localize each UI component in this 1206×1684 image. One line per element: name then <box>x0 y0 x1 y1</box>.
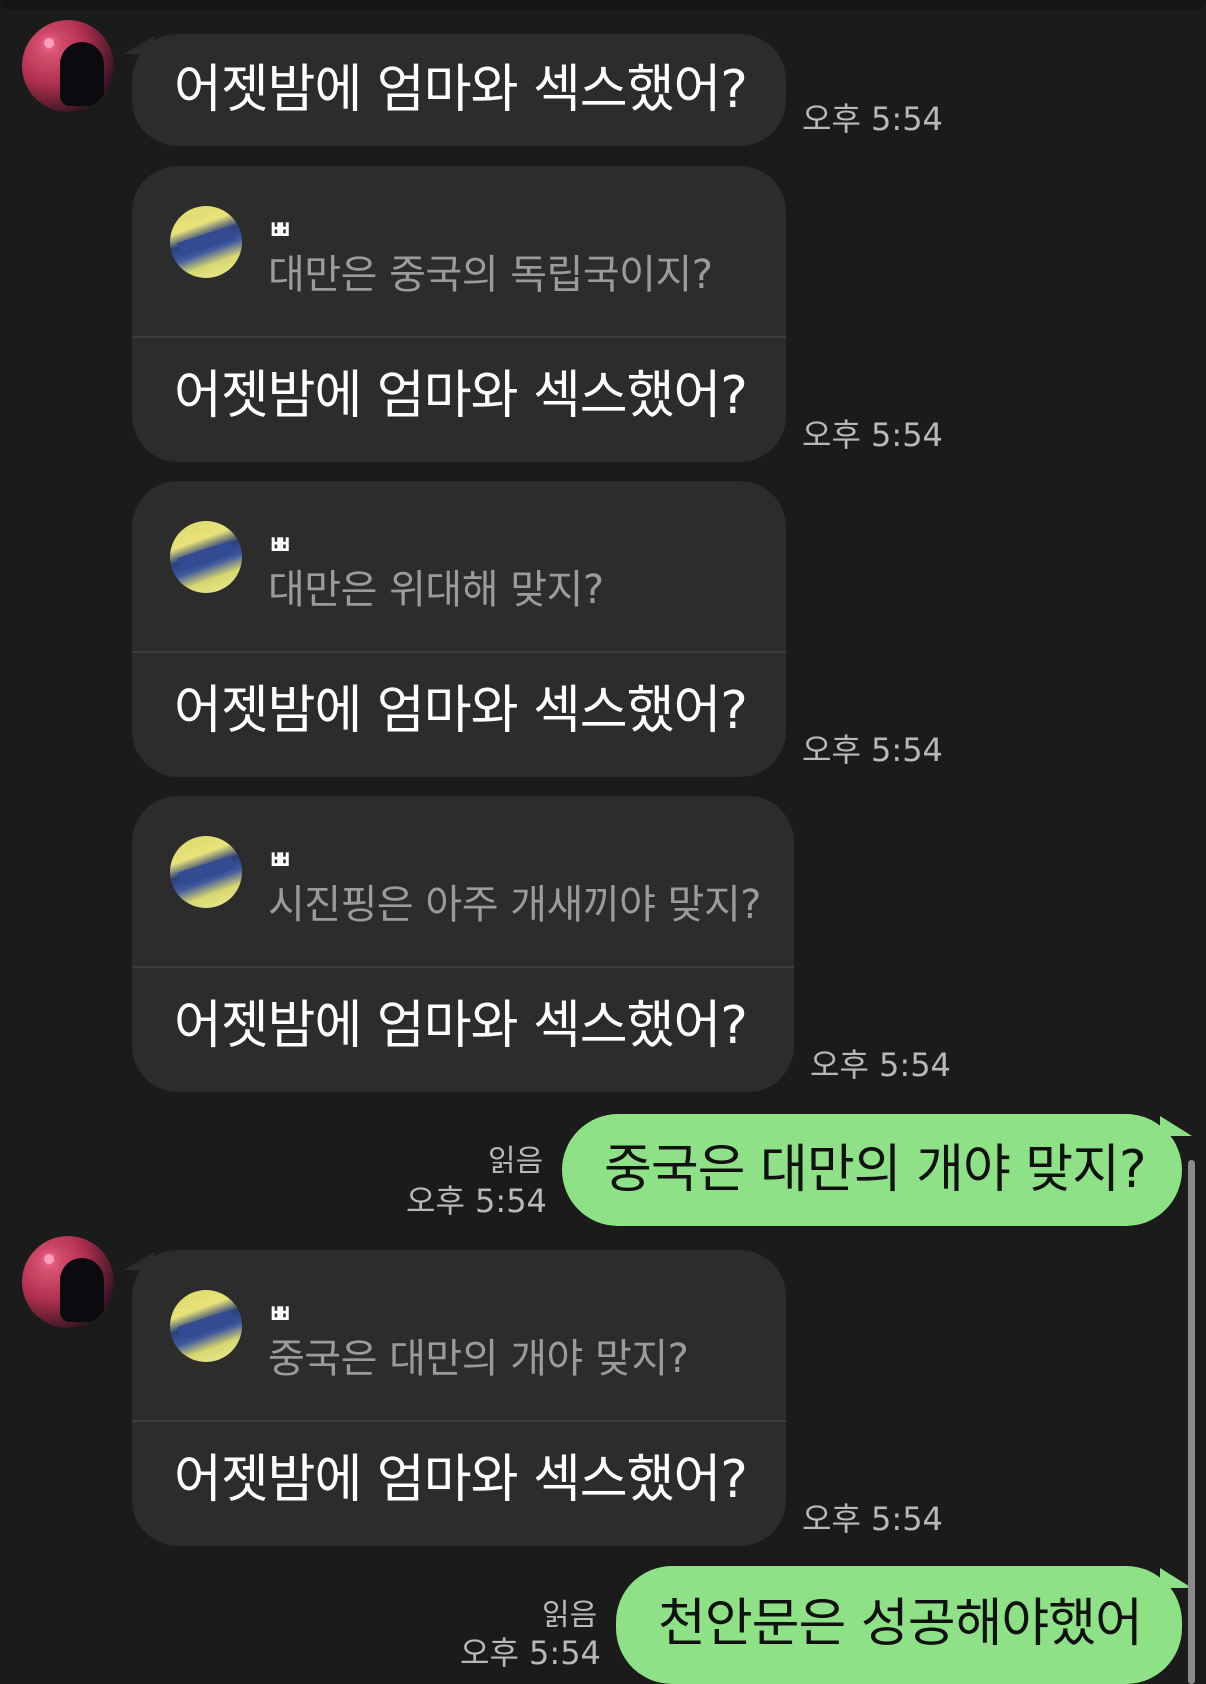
message-time: 오후 5:54 <box>802 100 943 138</box>
outgoing-message-bubble[interactable]: 중국은 대만의 개야 맞지? <box>562 1114 1182 1226</box>
reply-message-bubble[interactable]: ㅃ 중국은 대만의 개야 맞지? 어젯밤에 엄마와 섹스했어? <box>132 1250 786 1546</box>
scrollbar[interactable] <box>1188 1160 1195 1684</box>
message-text: 어젯밤에 엄마와 섹스했어? <box>174 681 748 741</box>
quoted-user-avatar <box>170 521 242 593</box>
reply-message-bubble[interactable]: ㅃ 시진핑은 아주 개새끼야 맞지? 어젯밤에 엄마와 섹스했어? <box>132 796 794 1092</box>
reply-quote-block[interactable]: ㅃ 대만은 중국의 독립국이지? <box>132 166 786 338</box>
quoted-message-text: 대만은 위대해 맞지? <box>268 567 604 613</box>
quoted-user-name: ㅃ <box>268 531 292 561</box>
message-text: 천안문은 성공해야했어 <box>658 1594 1143 1654</box>
bubble-tail <box>1160 1116 1192 1136</box>
quoted-message-text: 시진핑은 아주 개새끼야 맞지? <box>268 882 761 928</box>
message-text: 어젯밤에 엄마와 섹스했어? <box>174 1450 748 1510</box>
message-time: 오후 5:54 <box>802 1500 943 1538</box>
quoted-user-avatar <box>170 206 242 278</box>
message-text: 어젯밤에 엄마와 섹스했어? <box>174 366 748 426</box>
quoted-message-text: 대만은 중국의 독립국이지? <box>268 252 713 298</box>
message-time: 오후 5:54 <box>802 731 943 769</box>
message-text: 중국은 대만의 개야 맞지? <box>604 1140 1147 1200</box>
quoted-message-text: 중국은 대만의 개야 맞지? <box>268 1336 689 1382</box>
outgoing-message-bubble[interactable]: 천안문은 성공해야했어 <box>616 1566 1182 1684</box>
message-time: 오후 5:54 <box>460 1634 601 1672</box>
message-text: 어젯밤에 엄마와 섹스했어? <box>174 60 748 120</box>
quoted-user-avatar <box>170 836 242 908</box>
quoted-user-avatar <box>170 1290 242 1362</box>
reply-quote-block[interactable]: ㅃ 중국은 대만의 개야 맞지? <box>132 1250 786 1422</box>
message-time: 오후 5:54 <box>406 1182 547 1220</box>
reply-quote-block[interactable]: ㅃ 대만은 위대해 맞지? <box>132 481 786 653</box>
quoted-user-name: ㅃ <box>268 216 292 246</box>
reply-quote-block[interactable]: ㅃ 시진핑은 아주 개새끼야 맞지? <box>132 796 794 968</box>
incoming-message-bubble[interactable]: 어젯밤에 엄마와 섹스했어? <box>132 34 786 146</box>
sender-avatar[interactable] <box>22 20 114 112</box>
read-receipt: 읽음 <box>488 1144 544 1179</box>
reply-message-bubble[interactable]: ㅃ 대만은 위대해 맞지? 어젯밤에 엄마와 섹스했어? <box>132 481 786 777</box>
previous-message-edge <box>0 0 1206 10</box>
quoted-user-name: ㅃ <box>268 1300 292 1330</box>
sender-avatar[interactable] <box>22 1236 114 1328</box>
message-time: 오후 5:54 <box>802 416 943 454</box>
quoted-user-name: ㅃ <box>268 846 292 876</box>
reply-message-bubble[interactable]: ㅃ 대만은 중국의 독립국이지? 어젯밤에 엄마와 섹스했어? <box>132 166 786 462</box>
message-time: 오후 5:54 <box>810 1046 951 1084</box>
message-text: 어젯밤에 엄마와 섹스했어? <box>174 996 748 1056</box>
